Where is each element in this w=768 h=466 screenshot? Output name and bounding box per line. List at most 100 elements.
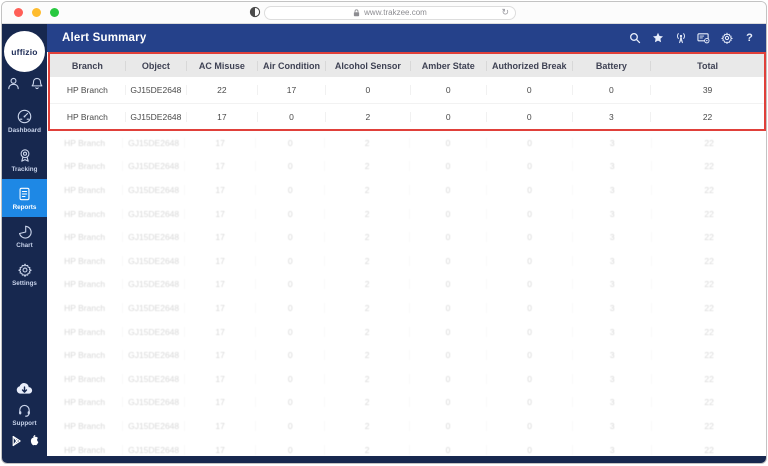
table-cell: 0 — [487, 185, 573, 195]
table-cell: 17 — [185, 350, 256, 360]
table-cell: HP Branch — [47, 303, 123, 313]
table-cell: GJ15DE2648 — [123, 327, 185, 337]
faded-table-row[interactable]: HP BranchGJ15DE2648170200322 — [47, 438, 766, 457]
table-row[interactable]: HP BranchGJ15DE26482217000039 — [50, 77, 764, 103]
table-cell: 17 — [185, 256, 256, 266]
refresh-icon[interactable]: ↻ — [501, 8, 509, 17]
table-cell: 0 — [410, 138, 487, 148]
gear-icon[interactable] — [720, 32, 733, 45]
table-cell: 0 — [256, 327, 325, 337]
search-icon[interactable] — [628, 32, 641, 45]
column-header: Air Condition — [258, 61, 327, 71]
table-cell: GJ15DE2648 — [123, 279, 185, 289]
table-cell: 0 — [256, 161, 325, 171]
sidebar-item-support[interactable]: Support — [12, 403, 36, 427]
faded-table-row[interactable]: HP BranchGJ15DE2648170200322 — [47, 249, 766, 273]
table-cell: GJ15DE2648 — [123, 185, 185, 195]
table-cell: 3 — [573, 327, 652, 337]
table-cell: 2 — [325, 445, 410, 455]
table-cell: HP Branch — [50, 112, 126, 122]
zoom-window-button[interactable] — [50, 8, 59, 17]
star-icon[interactable] — [651, 32, 664, 45]
table-cell: 3 — [573, 256, 652, 266]
screen-gear-icon[interactable] — [697, 32, 710, 45]
bell-icon[interactable] — [30, 76, 44, 91]
logo[interactable]: uffizio — [4, 31, 45, 72]
table-cell: 22 — [652, 421, 766, 431]
table-cell: 2 — [325, 397, 410, 407]
cloud-download-icon[interactable] — [15, 381, 34, 396]
faded-table-row[interactable]: HP BranchGJ15DE2648170200322 — [47, 343, 766, 367]
headset-icon — [17, 403, 32, 418]
footer-bar — [2, 456, 766, 463]
faded-table-row[interactable]: HP BranchGJ15DE2648170200322 — [47, 225, 766, 249]
faded-table-row[interactable]: HP BranchGJ15DE2648170200322 — [47, 202, 766, 226]
address-bar[interactable]: www.trakzee.com ↻ — [264, 6, 516, 20]
table-cell: 0 — [411, 85, 487, 95]
help-icon[interactable]: ? — [743, 32, 756, 45]
table-cell: 0 — [487, 303, 573, 313]
play-store-icon[interactable] — [11, 435, 22, 447]
table-cell: 17 — [185, 232, 256, 242]
table-cell: 2 — [325, 327, 410, 337]
table-cell: 0 — [410, 397, 487, 407]
table-cell: 22 — [652, 350, 766, 360]
browser-window: www.trakzee.com ↻ uffizio Dashboard Trac… — [1, 1, 767, 464]
faded-table-row[interactable]: HP BranchGJ15DE2648170200322 — [47, 320, 766, 344]
table-cell: 0 — [410, 279, 487, 289]
sidebar-item-dashboard[interactable]: Dashboard — [2, 101, 47, 140]
sidebar-item-settings[interactable]: Settings — [2, 255, 47, 293]
faded-table-row[interactable]: HP BranchGJ15DE2648170200322 — [47, 367, 766, 391]
table-cell: 0 — [487, 397, 573, 407]
table-cell: 2 — [325, 209, 410, 219]
faded-table-row[interactable]: HP BranchGJ15DE2648170200322 — [47, 391, 766, 415]
table-cell: 3 — [573, 138, 652, 148]
table-cell: 22 — [651, 112, 764, 122]
table-cell: 0 — [487, 350, 573, 360]
faded-table-row[interactable]: HP BranchGJ15DE2648170200322 — [47, 155, 766, 179]
table-cell: 0 — [410, 232, 487, 242]
faded-rows-section: HP BranchGJ15DE2648170200322HP BranchGJ1… — [47, 131, 766, 457]
sidebar: uffizio Dashboard Tracking Reports Chart… — [2, 24, 47, 457]
faded-table-row[interactable]: HP BranchGJ15DE2648170200322 — [47, 296, 766, 320]
sidebar-item-tracking[interactable]: Tracking — [2, 140, 47, 179]
sidebar-item-chart[interactable]: Chart — [2, 217, 47, 255]
sidebar-item-reports[interactable]: Reports — [2, 179, 47, 217]
table-row[interactable]: HP BranchGJ15DE2648170200322 — [50, 103, 764, 129]
table-cell: 0 — [256, 209, 325, 219]
sidebar-item-label: Dashboard — [8, 127, 41, 134]
table-cell: 17 — [187, 112, 258, 122]
minimize-window-button[interactable] — [32, 8, 41, 17]
table-cell: 0 — [487, 445, 573, 455]
browser-chrome: www.trakzee.com ↻ — [2, 2, 766, 24]
table-cell: 17 — [185, 303, 256, 313]
apple-icon[interactable] — [28, 434, 39, 447]
settings-icon — [17, 262, 33, 278]
sidebar-item-label: Settings — [12, 280, 37, 287]
faded-table-row[interactable]: HP BranchGJ15DE2648170200322 — [47, 273, 766, 297]
table-cell: 22 — [652, 256, 766, 266]
sidebar-item-label: Chart — [16, 242, 32, 249]
table-cell: HP Branch — [47, 256, 123, 266]
column-header: Alcohol Sensor — [326, 61, 410, 71]
faded-table-row[interactable]: HP BranchGJ15DE2648170200322 — [47, 414, 766, 438]
chart-icon — [17, 224, 33, 240]
table-cell: HP Branch — [47, 445, 123, 455]
table-cell: 17 — [258, 85, 327, 95]
table-cell: 0 — [410, 421, 487, 431]
table-cell: 0 — [487, 161, 573, 171]
table-cell: 2 — [325, 138, 410, 148]
table-cell: GJ15DE2648 — [123, 138, 185, 148]
table-cell: 0 — [410, 209, 487, 219]
table-cell: 17 — [185, 161, 256, 171]
table-cell: 17 — [185, 279, 256, 289]
user-icon[interactable] — [6, 76, 21, 91]
page-title: Alert Summary — [62, 32, 146, 44]
faded-table-row[interactable]: HP BranchGJ15DE2648170200322 — [47, 131, 766, 155]
antenna-icon[interactable] — [674, 32, 687, 45]
sidebar-item-label: Tracking — [12, 166, 38, 173]
close-window-button[interactable] — [14, 8, 23, 17]
table-cell: GJ15DE2648 — [123, 445, 185, 455]
faded-table-row[interactable]: HP BranchGJ15DE2648170200322 — [47, 178, 766, 202]
table-cell: 2 — [325, 256, 410, 266]
